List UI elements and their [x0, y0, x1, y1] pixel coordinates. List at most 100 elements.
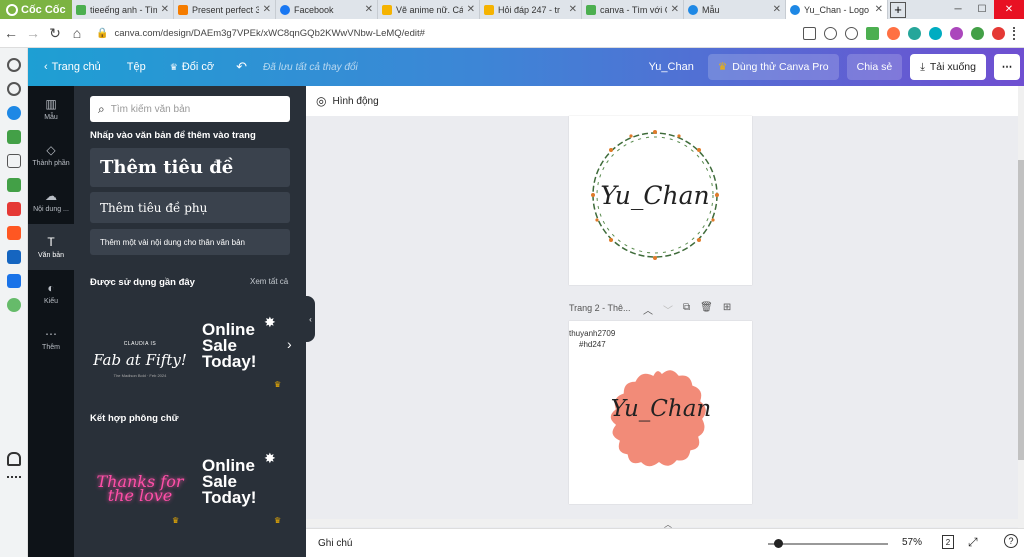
window-close-icon[interactable]: ✕: [994, 0, 1024, 19]
try-pro-button[interactable]: ♛ Dùng thử Canva Pro: [707, 54, 839, 80]
fullscreen-icon[interactable]: ⤢: [968, 535, 978, 550]
home-icon[interactable]: ⌂: [66, 25, 88, 41]
delete-icon[interactable]: 🗑: [700, 302, 713, 317]
browser-tab[interactable]: tieeếng anh - Tìm ✕: [72, 0, 174, 19]
notes-button[interactable]: Ghi chú: [318, 538, 352, 549]
rail-label: Văn bản: [37, 252, 65, 259]
browser-tab[interactable]: canva - Tìm với C ✕: [582, 0, 684, 19]
close-icon[interactable]: ✕: [467, 4, 475, 15]
bookmark-star-icon[interactable]: [824, 26, 837, 40]
browser-tab[interactable]: Facebook ✕: [276, 0, 378, 19]
browser-brand[interactable]: Cốc Cốc: [0, 0, 72, 19]
rail-item-styles[interactable]: ◐ Kiểu: [28, 270, 74, 316]
rail-item-templates[interactable]: ▥ Mẫu: [28, 86, 74, 132]
history-icon[interactable]: [7, 82, 21, 96]
add-icon[interactable]: [7, 154, 21, 168]
file-menu[interactable]: Tệp: [127, 61, 146, 73]
close-icon[interactable]: ✕: [161, 4, 169, 15]
extension-icon[interactable]: [908, 26, 921, 40]
forward-arrow-icon[interactable]: →: [22, 25, 44, 41]
game-icon[interactable]: [7, 130, 21, 144]
reader-icon[interactable]: [803, 26, 816, 40]
puzzle-icon[interactable]: [971, 26, 984, 40]
animate-button[interactable]: Hình động: [332, 96, 378, 107]
tab-title: tieeếng anh - Tìm: [90, 4, 157, 15]
minimize-icon[interactable]: ─: [946, 0, 970, 19]
more-dots-icon: ⋯: [45, 327, 57, 341]
download-extension-icon[interactable]: [866, 26, 879, 40]
zoom-level[interactable]: 57%: [902, 537, 922, 548]
extension-icon[interactable]: [929, 26, 942, 40]
app-n-icon[interactable]: [7, 178, 21, 192]
share-button[interactable]: Chia sẻ: [846, 54, 903, 80]
text-template-fab-at-fifty[interactable]: CLAUDIA IS Fab at Fifty! The Madison Bol…: [90, 314, 190, 404]
undo-button[interactable]: ↶: [236, 59, 247, 75]
text-search-input[interactable]: ⌕ Tìm kiếm văn bản: [90, 96, 290, 122]
settings-icon[interactable]: [7, 58, 21, 72]
text-template-online-sale[interactable]: Online Sale Today!: [198, 312, 298, 402]
maps-icon[interactable]: [7, 298, 21, 312]
close-icon[interactable]: ✕: [671, 4, 679, 15]
messenger-icon[interactable]: [7, 106, 21, 120]
carousel-next-icon[interactable]: ›: [287, 336, 292, 352]
page2-title[interactable]: Trang 2 - Thê...: [569, 303, 631, 313]
browser-tab[interactable]: Vẽ anime nữ. Cái ✕: [378, 0, 480, 19]
more-options-button[interactable]: ⋯: [994, 54, 1020, 80]
add-page-icon[interactable]: ⊞: [723, 302, 731, 317]
design-page-1[interactable]: Yu_Chan: [569, 116, 752, 285]
more-dots-icon[interactable]: [7, 476, 21, 478]
extension-icon[interactable]: [887, 26, 900, 40]
browser-tab[interactable]: Hỏi đáp 247 - tr ✕: [480, 0, 582, 19]
shield-icon[interactable]: [845, 26, 858, 40]
thumb-sale-text: Online Sale Today!: [202, 456, 257, 507]
home-link[interactable]: ‹ Trang chủ: [44, 61, 101, 73]
rail-item-elements[interactable]: ◇ Thành phần: [28, 132, 74, 178]
back-arrow-icon[interactable]: ←: [0, 25, 22, 41]
text-template-online-sale-2[interactable]: Online Sale Today!: [198, 448, 298, 538]
close-icon[interactable]: ✕: [773, 4, 781, 15]
chevron-down-icon[interactable]: ﹀: [663, 302, 673, 317]
chevron-up-icon[interactable]: ︿: [643, 302, 653, 317]
browser-tab[interactable]: Mẫu ✕: [684, 0, 786, 19]
duplicate-icon[interactable]: ⧉: [683, 302, 690, 317]
tab-favicon-icon: [76, 4, 86, 15]
rail-item-more[interactable]: ⋯ Thêm: [28, 316, 74, 362]
design-page-2[interactable]: thuyanh2709 #hd247 Yu_Chan: [569, 321, 752, 504]
url-field[interactable]: 🔒 canva.com/design/DAEm3g7VPEk/xWC8qnGQb…: [96, 28, 803, 39]
shop-icon[interactable]: [7, 226, 21, 240]
browser-tab-active[interactable]: Yu_Chan - Logo ✕: [786, 0, 888, 19]
browser-tab[interactable]: Present perfect 3 ✕: [174, 0, 276, 19]
collapse-panel-button[interactable]: ‹: [306, 296, 315, 342]
close-icon[interactable]: ✕: [875, 4, 883, 15]
zoom-slider-handle[interactable]: [774, 539, 783, 548]
youtube-icon[interactable]: [7, 202, 21, 216]
add-heading-button[interactable]: Thêm tiêu đề: [90, 148, 290, 187]
extension-icon[interactable]: [950, 26, 963, 40]
maximize-icon[interactable]: ☐: [970, 0, 994, 19]
help-icon[interactable]: ?: [1004, 534, 1018, 548]
extension-icon[interactable]: [992, 26, 1005, 40]
download-button[interactable]: ⤓ Tải xuống: [910, 54, 986, 80]
close-icon[interactable]: ✕: [263, 4, 271, 15]
zoom-slider[interactable]: [768, 543, 888, 545]
add-subheading-button[interactable]: Thêm tiêu đề phụ: [90, 192, 290, 223]
rail-item-uploads[interactable]: ☁ Nội dung ...: [28, 178, 74, 224]
menu-dots-icon[interactable]: [1013, 26, 1016, 40]
tiki-icon[interactable]: [7, 274, 21, 288]
notification-bell-icon[interactable]: [7, 452, 21, 466]
reload-icon[interactable]: ↻: [44, 25, 66, 42]
see-all-link[interactable]: Xem tất cả: [250, 277, 288, 286]
vertical-scroll-thumb[interactable]: [1018, 160, 1024, 460]
close-icon[interactable]: ✕: [569, 4, 577, 15]
resize-menu[interactable]: ♛ Đổi cỡ: [170, 61, 214, 73]
page-count-button[interactable]: 2: [942, 535, 954, 549]
horizontal-scrollbar[interactable]: [306, 519, 1018, 527]
new-tab-button[interactable]: +: [890, 1, 906, 18]
design-name[interactable]: Yu_Chan: [649, 61, 694, 73]
rail-item-text[interactable]: T Văn bản: [28, 224, 74, 270]
wreath-logo: Yu_Chan: [591, 130, 719, 260]
tab-title: Vẽ anime nữ. Cái: [396, 4, 463, 15]
close-icon[interactable]: ✕: [365, 4, 373, 15]
vtv-icon[interactable]: [7, 250, 21, 264]
add-body-text-button[interactable]: Thêm một vài nội dung cho thân văn bản: [90, 229, 290, 255]
